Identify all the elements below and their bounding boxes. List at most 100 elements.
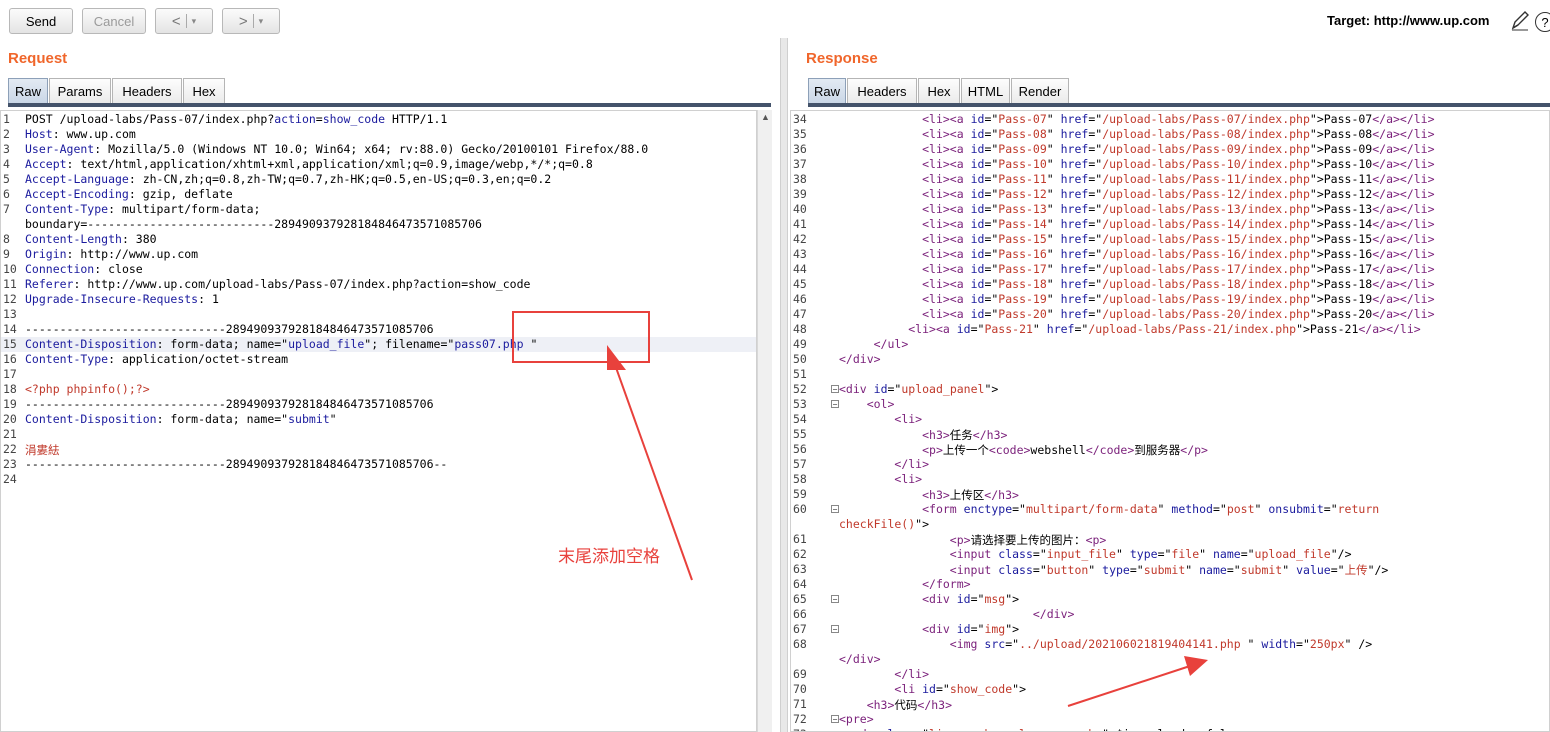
code-text: </ul> bbox=[873, 337, 909, 351]
code-text: Host: www.up.com bbox=[25, 127, 136, 141]
code-text: <li><a id="Pass-19" href="/upload-labs/P… bbox=[922, 292, 1435, 306]
response-tab-raw[interactable]: Raw bbox=[808, 78, 846, 104]
code-line: 36 <li><a id="Pass-09" href="/upload-lab… bbox=[791, 142, 1549, 157]
code-text: <h3>任务</h3> bbox=[922, 428, 1008, 442]
code-line: 61 <p>请选择要上传的图片：<p> bbox=[791, 532, 1549, 547]
code-text: Origin: http://www.up.com bbox=[25, 247, 199, 261]
line-number: 60 bbox=[793, 502, 807, 516]
forward-arrow-icon: > bbox=[238, 12, 248, 30]
line-number: 8 bbox=[3, 232, 10, 246]
line-number: 43 bbox=[793, 247, 807, 261]
code-text: </form> bbox=[922, 577, 971, 591]
line-number: 44 bbox=[793, 262, 807, 276]
fold-toggle-icon[interactable]: − bbox=[831, 715, 839, 724]
code-text: <div id="msg"> bbox=[922, 592, 1020, 606]
line-number: 45 bbox=[793, 277, 807, 291]
code-line: 51 bbox=[791, 367, 1549, 382]
code-line: 42 <li><a id="Pass-15" href="/upload-lab… bbox=[791, 232, 1549, 247]
code-text: <li> bbox=[894, 472, 923, 486]
line-number: 23 bbox=[3, 457, 17, 471]
code-text: <li><a id="Pass-20" href="/upload-labs/P… bbox=[922, 307, 1435, 321]
request-tab-raw[interactable]: Raw bbox=[8, 78, 48, 104]
back-button[interactable]: < ▾ bbox=[155, 8, 213, 34]
request-scrollbar[interactable]: ▲ bbox=[757, 110, 772, 732]
code-text: -----------------------------28949093792… bbox=[25, 457, 448, 471]
line-number: 24 bbox=[3, 472, 17, 486]
code-text: Content-Type: application/octet-stream bbox=[25, 352, 289, 366]
forward-button[interactable]: > ▾ bbox=[222, 8, 280, 34]
code-line: 56 <p>上传一个<code>webshell</code>到服务器</p> bbox=[791, 442, 1549, 457]
line-number: 6 bbox=[3, 187, 10, 201]
line-number: 14 bbox=[3, 322, 17, 336]
line-number: 47 bbox=[793, 307, 807, 321]
pane-divider[interactable] bbox=[780, 38, 788, 732]
request-editor[interactable]: 1 POST /upload-labs/Pass-07/index.php?act… bbox=[0, 110, 757, 732]
response-tab-html[interactable]: HTML bbox=[961, 78, 1010, 104]
code-line: 38 <li><a id="Pass-11" href="/upload-lab… bbox=[791, 172, 1549, 187]
code-line: 54 <li> bbox=[791, 412, 1549, 427]
code-text: Accept-Language: zh-CN,zh;q=0.8,zh-TW;q=… bbox=[25, 172, 552, 186]
fold-toggle-icon[interactable]: − bbox=[831, 400, 839, 409]
fold-toggle-icon[interactable]: − bbox=[831, 505, 839, 514]
line-number: 40 bbox=[793, 202, 807, 216]
code-line: 2 Host: www.up.com bbox=[1, 127, 756, 142]
code-line: 41 <li><a id="Pass-14" href="/upload-lab… bbox=[791, 217, 1549, 232]
code-text: </div> bbox=[839, 352, 881, 366]
code-line: 60 − <form enctype="multipart/form-data" … bbox=[791, 502, 1549, 517]
code-text: <li><a id="Pass-12" href="/upload-labs/P… bbox=[922, 187, 1435, 201]
code-line: 24 bbox=[1, 472, 756, 487]
code-line: 68 <img src="../upload/20210602181940414… bbox=[791, 637, 1549, 652]
line-number: 72 bbox=[793, 712, 807, 726]
response-tab-headers[interactable]: Headers bbox=[847, 78, 917, 104]
code-line: 45 <li><a id="Pass-18" href="/upload-lab… bbox=[791, 277, 1549, 292]
code-line: 35 <li><a id="Pass-08" href="/upload-lab… bbox=[791, 127, 1549, 142]
line-number: 64 bbox=[793, 577, 807, 591]
code-text: <li><a id="Pass-21" href="/upload-labs/P… bbox=[908, 322, 1421, 336]
code-line: 1 POST /upload-labs/Pass-07/index.php?act… bbox=[1, 112, 756, 127]
send-button[interactable]: Send bbox=[9, 8, 73, 34]
request-tab-hex[interactable]: Hex bbox=[183, 78, 225, 104]
code-line: 5 Accept-Language: zh-CN,zh;q=0.8,zh-TW;q… bbox=[1, 172, 756, 187]
code-line: </div> bbox=[791, 652, 1549, 667]
code-line: 59 <h3>上传区</h3> bbox=[791, 487, 1549, 502]
code-line: 22 涓婁紶 bbox=[1, 442, 756, 457]
cancel-button[interactable]: Cancel bbox=[82, 8, 146, 34]
line-number: 13 bbox=[3, 307, 17, 321]
code-text: checkFile()"> bbox=[839, 517, 930, 531]
code-text: -----------------------------28949093792… bbox=[25, 397, 434, 411]
help-icon[interactable]: ? bbox=[1535, 12, 1550, 32]
edit-target-pencil-icon[interactable] bbox=[1510, 10, 1530, 32]
code-text: <li><a id="Pass-07" href="/upload-labs/P… bbox=[922, 112, 1435, 126]
request-tab-headers[interactable]: Headers bbox=[112, 78, 182, 104]
line-number: 41 bbox=[793, 217, 807, 231]
response-tab-render[interactable]: Render bbox=[1011, 78, 1069, 104]
code-line: 23 -----------------------------289490937… bbox=[1, 457, 756, 472]
code-text: <pre> bbox=[839, 712, 874, 726]
response-tab-hex[interactable]: Hex bbox=[918, 78, 960, 104]
request-tab-params[interactable]: Params bbox=[49, 78, 111, 104]
code-line: 50 </div> bbox=[791, 352, 1549, 367]
line-number: 18 bbox=[3, 382, 17, 396]
code-line: 17 bbox=[1, 367, 756, 382]
code-line: 20 Content-Disposition: form-data; name="… bbox=[1, 412, 756, 427]
code-line: 49 </ul> bbox=[791, 337, 1549, 352]
scroll-up-arrow-icon[interactable]: ▲ bbox=[761, 112, 770, 122]
code-text: <h3>上传区</h3> bbox=[922, 488, 1019, 502]
code-line: 67 − <div id="img"> bbox=[791, 622, 1549, 637]
response-editor[interactable]: 34 <li><a id="Pass-07" href="/upload-lab… bbox=[790, 110, 1550, 732]
fold-toggle-icon[interactable]: − bbox=[831, 385, 839, 394]
code-text: </div> bbox=[839, 652, 881, 666]
code-text: Referer: http://www.up.com/upload-labs/P… bbox=[25, 277, 531, 291]
code-text: Connection: close bbox=[25, 262, 143, 276]
code-text: <input class="button" type="submit" name… bbox=[949, 563, 1389, 577]
code-line: 21 bbox=[1, 427, 756, 442]
line-number: 35 bbox=[793, 127, 807, 141]
line-number: 69 bbox=[793, 667, 807, 681]
code-line: 44 <li><a id="Pass-17" href="/upload-lab… bbox=[791, 262, 1549, 277]
line-number: 17 bbox=[3, 367, 17, 381]
code-text: <ol> bbox=[866, 397, 895, 411]
fold-toggle-icon[interactable]: − bbox=[831, 595, 839, 604]
target-label: Target: http://www.up.com bbox=[1327, 13, 1490, 28]
fold-toggle-icon[interactable]: − bbox=[831, 625, 839, 634]
line-number: 21 bbox=[3, 427, 17, 441]
